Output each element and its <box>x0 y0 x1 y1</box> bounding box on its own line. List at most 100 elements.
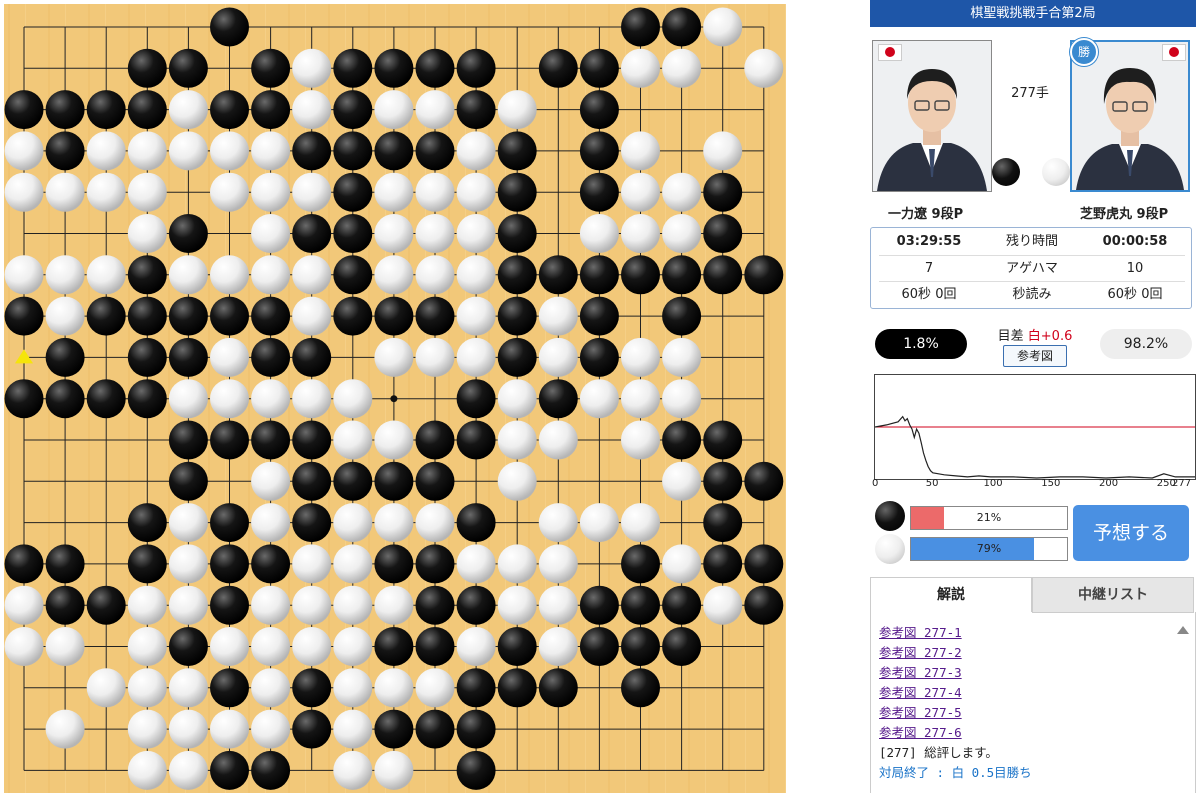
black-stone[interactable] <box>168 420 208 460</box>
white-stone[interactable] <box>168 255 208 295</box>
white-stone[interactable] <box>415 172 455 212</box>
white-stone[interactable] <box>292 296 332 336</box>
white-stone[interactable] <box>415 90 455 130</box>
black-stone[interactable] <box>333 296 373 336</box>
white-stone[interactable] <box>662 48 702 88</box>
black-stone[interactable] <box>292 668 332 708</box>
black-stone[interactable] <box>579 627 619 666</box>
white-stone[interactable] <box>415 255 455 295</box>
black-stone[interactable] <box>251 296 291 336</box>
black-stone[interactable] <box>662 420 702 460</box>
black-stone[interactable] <box>168 296 208 336</box>
white-stone[interactable] <box>621 503 660 543</box>
black-stone[interactable] <box>210 544 249 584</box>
black-stone[interactable] <box>456 585 496 625</box>
black-stone[interactable] <box>497 255 537 295</box>
black-stone[interactable] <box>333 255 373 295</box>
go-board[interactable] <box>0 0 790 794</box>
black-stone[interactable] <box>456 503 496 543</box>
white-stone[interactable] <box>456 627 496 666</box>
black-stone[interactable] <box>415 627 455 666</box>
black-stone[interactable] <box>127 296 167 336</box>
white-stone[interactable] <box>662 461 702 501</box>
black-stone[interactable] <box>292 503 332 543</box>
white-stone[interactable] <box>374 503 414 543</box>
black-stone[interactable] <box>538 668 578 708</box>
black-stone[interactable] <box>333 461 373 501</box>
white-stone[interactable] <box>4 131 44 171</box>
black-stone[interactable] <box>497 172 537 212</box>
black-stone[interactable] <box>621 668 660 708</box>
white-stone[interactable] <box>251 379 291 419</box>
black-stone[interactable] <box>744 585 784 625</box>
white-stone[interactable] <box>210 627 249 666</box>
black-stone[interactable] <box>127 90 167 130</box>
black-stone[interactable] <box>210 296 249 336</box>
white-stone[interactable] <box>538 296 578 336</box>
black-stone[interactable] <box>292 709 332 749</box>
black-stone[interactable] <box>210 585 249 625</box>
white-stone[interactable] <box>456 296 496 336</box>
black-stone[interactable] <box>4 296 44 336</box>
black-stone[interactable] <box>579 48 619 88</box>
black-stone[interactable] <box>4 544 44 584</box>
white-stone[interactable] <box>292 544 332 584</box>
white-stone[interactable] <box>415 503 455 543</box>
black-stone[interactable] <box>579 255 619 295</box>
white-stone[interactable] <box>538 544 578 584</box>
white-stone[interactable] <box>333 544 373 584</box>
white-stone[interactable] <box>374 90 414 130</box>
black-stone[interactable] <box>374 544 414 584</box>
white-stone[interactable] <box>538 627 578 666</box>
white-stone[interactable] <box>251 255 291 295</box>
white-stone[interactable] <box>456 172 496 212</box>
white-stone[interactable] <box>210 255 249 295</box>
black-stone[interactable] <box>168 214 208 253</box>
black-stone[interactable] <box>415 461 455 501</box>
black-stone[interactable] <box>86 585 126 625</box>
black-stone[interactable] <box>292 214 332 253</box>
white-stone[interactable] <box>86 131 126 171</box>
white-stone[interactable] <box>127 172 167 212</box>
white-stone[interactable] <box>621 131 660 171</box>
white-stone[interactable] <box>456 544 496 584</box>
black-stone[interactable] <box>415 131 455 171</box>
white-stone[interactable] <box>374 585 414 625</box>
comment-ref-link[interactable]: 参考図 277-6 <box>879 722 962 741</box>
white-stone[interactable] <box>292 585 332 625</box>
white-stone[interactable] <box>45 296 85 336</box>
white-stone[interactable] <box>621 337 660 377</box>
white-stone[interactable] <box>579 503 619 543</box>
white-stone[interactable] <box>333 750 373 790</box>
white-stone[interactable] <box>292 379 332 419</box>
white-stone[interactable] <box>374 750 414 790</box>
white-stone[interactable] <box>168 90 208 130</box>
white-stone[interactable] <box>333 627 373 666</box>
white-stone[interactable] <box>251 172 291 212</box>
black-stone[interactable] <box>497 296 537 336</box>
black-stone[interactable] <box>662 296 702 336</box>
black-stone[interactable] <box>456 709 496 749</box>
white-stone[interactable] <box>662 172 702 212</box>
black-stone[interactable] <box>703 503 743 543</box>
white-stone[interactable] <box>127 750 167 790</box>
black-stone[interactable] <box>744 461 784 501</box>
white-stone[interactable] <box>168 503 208 543</box>
black-stone[interactable] <box>251 48 291 88</box>
black-stone[interactable] <box>703 461 743 501</box>
black-stone[interactable] <box>292 420 332 460</box>
white-stone[interactable] <box>621 214 660 253</box>
reference-diagram-button[interactable]: 参考図 <box>1003 345 1067 367</box>
black-stone[interactable] <box>703 420 743 460</box>
black-stone[interactable] <box>292 461 332 501</box>
white-stone[interactable] <box>168 379 208 419</box>
white-stone[interactable] <box>45 255 85 295</box>
black-stone[interactable] <box>333 131 373 171</box>
white-stone[interactable] <box>703 131 743 171</box>
black-stone[interactable] <box>415 585 455 625</box>
black-stone[interactable] <box>45 585 85 625</box>
black-stone[interactable] <box>127 379 167 419</box>
black-stone[interactable] <box>579 296 619 336</box>
black-stone[interactable] <box>456 379 496 419</box>
black-stone[interactable] <box>45 131 85 171</box>
